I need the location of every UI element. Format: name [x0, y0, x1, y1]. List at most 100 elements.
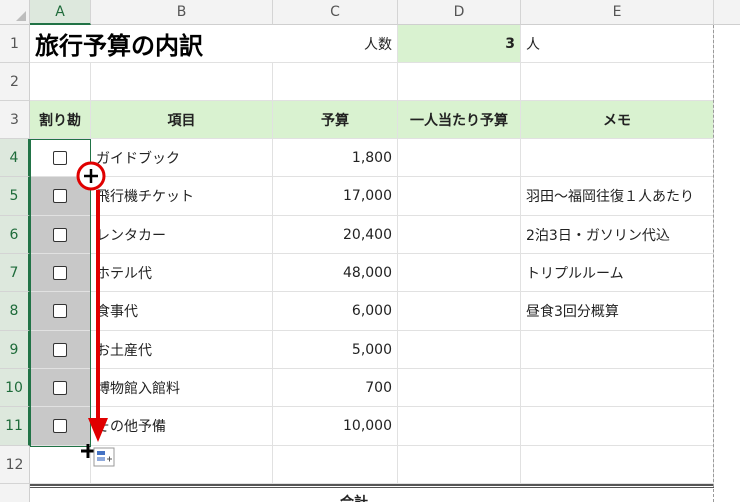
cell-b12[interactable]: [91, 446, 273, 484]
column-header-d[interactable]: D: [398, 0, 521, 25]
budget-cell[interactable]: 700: [273, 369, 398, 407]
item-cell[interactable]: ホテル代: [91, 254, 273, 292]
budget-cell[interactable]: 10,000: [273, 407, 398, 446]
row-header-2[interactable]: 2: [0, 63, 30, 101]
budget-cell[interactable]: 17,000: [273, 177, 398, 216]
budget-value: 5,000: [351, 341, 392, 358]
row-header-11[interactable]: 11: [0, 407, 30, 446]
item-cell[interactable]: 飛行機チケット: [91, 177, 273, 216]
row-header-4[interactable]: 4: [0, 139, 30, 177]
select-all-corner[interactable]: [0, 0, 30, 25]
sheet-title: 旅行予算の内訳: [35, 32, 203, 60]
column-header-c[interactable]: C: [273, 0, 398, 25]
header-budget[interactable]: 予算: [273, 101, 398, 139]
column-header-b[interactable]: B: [91, 0, 273, 25]
row-header-7[interactable]: 7: [0, 254, 30, 292]
cell-c2[interactable]: [273, 63, 398, 101]
per-person-cell[interactable]: [398, 216, 521, 254]
cell-c1[interactable]: 人数: [273, 25, 398, 63]
sheet-title-cell[interactable]: 旅行予算の内訳: [30, 25, 273, 63]
per-person-cell[interactable]: [398, 331, 521, 369]
fill-handle-cursor-highlight[interactable]: [74, 159, 108, 193]
row-header-1[interactable]: 1: [0, 25, 30, 63]
item-cell[interactable]: レンタカー: [91, 216, 273, 254]
item-cell[interactable]: お土産代: [91, 331, 273, 369]
column-header-e[interactable]: E: [521, 0, 714, 25]
total-border-top-double: [30, 487, 714, 488]
budget-cell[interactable]: 48,000: [273, 254, 398, 292]
row-header-6[interactable]: 6: [0, 216, 30, 254]
cell-a2[interactable]: [30, 63, 91, 101]
header-item-label: 項目: [167, 112, 196, 129]
header-per-person[interactable]: 一人当たり予算: [398, 101, 521, 139]
header-split[interactable]: 割り勘: [30, 101, 91, 139]
budget-value: 6,000: [351, 303, 392, 319]
header-split-label: 割り勘: [39, 112, 81, 129]
cell-e2[interactable]: [521, 63, 714, 101]
memo-text: トリプルルーム: [526, 265, 624, 282]
checkbox[interactable]: [53, 150, 67, 165]
cell-d1[interactable]: 3: [398, 25, 521, 63]
row-header-5[interactable]: 5: [0, 177, 30, 216]
per-person-cell[interactable]: [398, 139, 521, 177]
row-header-9[interactable]: 9: [0, 331, 30, 369]
header-memo[interactable]: メモ: [521, 101, 714, 139]
header-item[interactable]: 項目: [91, 101, 273, 139]
per-person-cell[interactable]: [398, 254, 521, 292]
row-header-10[interactable]: 10: [0, 369, 30, 407]
checkbox[interactable]: [53, 227, 67, 242]
memo-cell[interactable]: トリプルルーム: [521, 254, 714, 292]
cell-b2[interactable]: [91, 63, 273, 101]
memo-cell[interactable]: [521, 139, 714, 177]
cell-c12[interactable]: [273, 446, 398, 484]
memo-cell[interactable]: [521, 407, 714, 446]
checkbox[interactable]: [53, 304, 67, 318]
per-person-cell[interactable]: [398, 292, 521, 331]
checkbox[interactable]: [53, 380, 67, 395]
memo-cell[interactable]: 昼食3回分概算: [521, 292, 714, 331]
column-header-a[interactable]: A: [30, 0, 91, 25]
checkbox[interactable]: [53, 265, 67, 280]
item-cell[interactable]: 博物館入館料: [91, 369, 273, 407]
cell-e1[interactable]: 人: [521, 25, 714, 63]
budget-cell[interactable]: 6,000: [273, 292, 398, 331]
people-unit: 人: [526, 36, 540, 53]
item-name: 飛行機チケット: [96, 189, 194, 205]
per-person-cell[interactable]: [398, 177, 521, 216]
checkbox[interactable]: [53, 342, 67, 357]
budget-cell[interactable]: 1,800: [273, 139, 398, 177]
spreadsheet: A B C D E 1 2 3 4 5 6 7 8 9 10 11 12 旅行予…: [0, 0, 740, 502]
memo-cell[interactable]: [521, 369, 714, 407]
row-header-3[interactable]: 3: [0, 101, 30, 139]
budget-cell[interactable]: 20,400: [273, 216, 398, 254]
row-header-12[interactable]: 12: [0, 446, 30, 484]
memo-cell[interactable]: 2泊3日・ガソリン代込: [521, 216, 714, 254]
checkbox-cell[interactable]: [30, 254, 91, 292]
item-cell[interactable]: ガイドブック: [91, 139, 273, 177]
cell-e12[interactable]: [521, 446, 714, 484]
item-cell[interactable]: その他予備: [91, 407, 273, 446]
memo-text: 昼食3回分概算: [526, 304, 619, 320]
cell-d2[interactable]: [398, 63, 521, 101]
checkbox-cell[interactable]: [30, 369, 91, 407]
per-person-cell[interactable]: [398, 369, 521, 407]
budget-cell[interactable]: 5,000: [273, 331, 398, 369]
checkbox-cell[interactable]: [30, 292, 91, 331]
checkbox-cell[interactable]: [30, 407, 91, 446]
total-label-cell[interactable]: 合計: [273, 489, 398, 502]
row-header-13: [0, 484, 30, 502]
cell-d12[interactable]: [398, 446, 521, 484]
checkbox[interactable]: [53, 189, 67, 203]
item-cell[interactable]: 食事代: [91, 292, 273, 331]
total-label: 合計: [340, 493, 368, 502]
budget-value: 20,400: [343, 226, 392, 243]
per-person-cell[interactable]: [398, 407, 521, 446]
checkbox-cell[interactable]: [30, 331, 91, 369]
autofill-options-icon[interactable]: [80, 442, 116, 470]
row-header-8[interactable]: 8: [0, 292, 30, 331]
column-header-empty: [714, 0, 740, 25]
memo-cell[interactable]: 羽田～福岡往復１人あたり: [521, 177, 714, 216]
checkbox[interactable]: [53, 419, 67, 433]
checkbox-cell[interactable]: [30, 216, 91, 254]
memo-cell[interactable]: [521, 331, 714, 369]
